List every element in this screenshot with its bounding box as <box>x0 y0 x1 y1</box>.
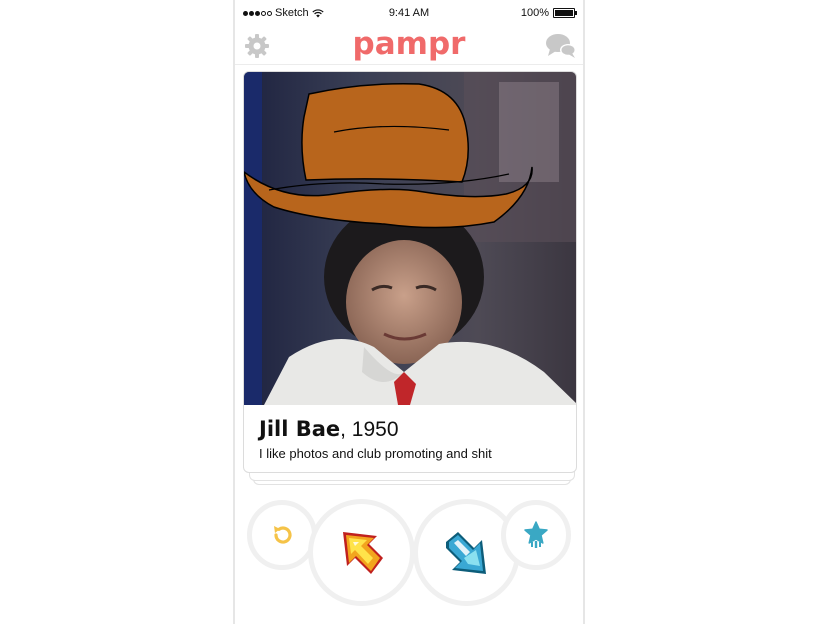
profile-year: , 1950 <box>340 418 399 441</box>
super-like-button[interactable] <box>501 500 571 570</box>
profile-info: Jill Bae, 1950 I like photos and club pr… <box>259 416 566 461</box>
profile-photo <box>244 72 576 405</box>
name-line: Jill Bae, 1950 <box>259 416 566 443</box>
nope-button[interactable] <box>308 499 415 606</box>
arrow-down-right-icon <box>445 531 486 574</box>
battery-icon <box>553 8 577 18</box>
status-bar: Sketch 9:41 AM 100% <box>235 6 583 22</box>
profile-name: Jill Bae <box>259 417 341 441</box>
phone-screen: Sketch 9:41 AM 100% pampr Jill Bae, 1950… <box>233 0 585 624</box>
undo-button[interactable] <box>247 500 317 570</box>
undo-icon <box>274 526 292 544</box>
top-nav: pampr <box>235 24 583 65</box>
like-button[interactable] <box>413 499 520 606</box>
app-logo: pampr <box>352 26 466 62</box>
battery-status: 100% <box>520 7 577 19</box>
battery-percent: 100% <box>520 7 549 19</box>
chat-bubbles-icon[interactable] <box>545 32 577 60</box>
profile-card[interactable]: Jill Bae, 1950 I like photos and club pr… <box>243 71 577 473</box>
arrow-up-left-icon <box>342 531 383 574</box>
action-bar <box>235 496 583 606</box>
profile-bio: I like photos and club promoting and shi… <box>259 446 492 461</box>
star-icon <box>524 521 548 548</box>
